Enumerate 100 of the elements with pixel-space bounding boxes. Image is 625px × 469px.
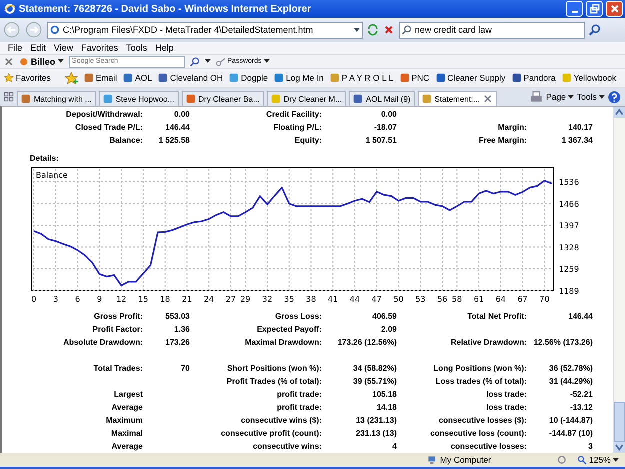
favorite-link[interactable]: PNC <box>400 73 430 84</box>
menu-item[interactable]: Help <box>155 43 174 54</box>
favorite-link[interactable]: Pandora <box>512 73 556 84</box>
stat-value: 4 <box>392 442 397 452</box>
favorite-link[interactable]: Cleveland OH <box>158 73 224 84</box>
stat-label: profit trade: <box>276 403 322 412</box>
billeo-menu[interactable]: Billeo <box>19 56 64 67</box>
stat-value: 173.26 <box>164 338 190 348</box>
search-icon[interactable] <box>190 56 200 67</box>
close-tab-icon[interactable] <box>483 94 494 104</box>
browser-tab[interactable]: Dry Cleaner Ba... <box>182 91 264 106</box>
y-tick-label: 1536 <box>559 178 580 188</box>
stat-value: 36 (52.78%) <box>548 364 593 374</box>
dropdown-icon[interactable] <box>204 59 211 64</box>
stat-label: Largest <box>113 390 143 400</box>
favorite-link[interactable]: Email <box>84 73 118 84</box>
quick-tabs-icon[interactable] <box>4 92 14 102</box>
minimize-icon <box>572 11 578 14</box>
search-button[interactable] <box>589 24 601 36</box>
stat-value: 1 367.34 <box>560 136 593 146</box>
y-tick-label: 1259 <box>559 265 580 274</box>
favorite-link[interactable]: Dogple <box>229 73 268 84</box>
y-tick-label: 1397 <box>559 222 580 231</box>
caret-icon <box>568 94 574 100</box>
scroll-thumb[interactable] <box>614 402 625 442</box>
menu-item[interactable]: Tools <box>126 43 148 54</box>
favorites-button[interactable]: Favorites <box>4 73 51 84</box>
stat-label: consecutive losses ($): <box>438 416 527 426</box>
stat-value: 105.18 <box>372 390 397 400</box>
minimize-button[interactable] <box>566 1 583 18</box>
caret-icon <box>264 59 270 64</box>
maximize-button[interactable] <box>586 1 603 18</box>
site-icon <box>422 94 432 104</box>
help-icon[interactable] <box>608 90 621 104</box>
scroll-down-icon[interactable] <box>614 442 625 454</box>
site-icon <box>330 73 340 84</box>
restore-icon <box>590 4 600 14</box>
browser-tab[interactable]: Dry Cleaner M... <box>266 91 346 106</box>
stat-label: loss trade: <box>486 403 527 412</box>
page-icon <box>50 25 60 36</box>
stat-value: 140.17 <box>568 123 593 132</box>
x-tick-label: 44 <box>350 295 360 304</box>
text: Balance <box>36 171 68 180</box>
menu-item[interactable]: View <box>54 43 74 54</box>
stat-value: 70 <box>180 364 190 374</box>
menu-item[interactable]: Edit <box>30 43 46 54</box>
stat-label: Maximal Drawdown: <box>244 338 322 348</box>
stat-label: Closed Trade P/L: <box>74 123 143 132</box>
scroll-up-icon[interactable] <box>614 107 625 118</box>
window-title: Statement: 7628726 - David Sabo - Windows Internet Explorer <box>19 4 312 15</box>
x-tick-label: 0 <box>31 295 37 304</box>
stat-label: loss trade: <box>486 390 527 400</box>
star-icon <box>4 73 14 84</box>
x-tick-label: 15 <box>138 295 149 304</box>
stat-value: 2.09 <box>380 325 397 334</box>
stat-label: Maximal <box>110 429 143 438</box>
stat-value: 1 507.51 <box>364 136 397 146</box>
favorite-link[interactable]: P A Y R O L L <box>330 73 394 84</box>
x-tick-label: 29 <box>240 295 251 304</box>
menu-item[interactable]: File <box>8 43 23 54</box>
command-menu[interactable]: Tools <box>577 92 605 102</box>
close-button[interactable] <box>606 1 623 18</box>
search-field[interactable]: new credit card law <box>399 22 585 39</box>
favorite-link[interactable]: Log Me In <box>274 73 324 84</box>
x-tick-label: 27 <box>226 295 236 304</box>
favorite-link[interactable]: Cleaner Supply <box>436 73 506 84</box>
add-favorite-icon[interactable] <box>64 72 78 85</box>
forward-button[interactable] <box>25 21 43 40</box>
x-tick-label: 47 <box>372 295 382 304</box>
stat-value: 12.56% (173.26) <box>532 338 593 348</box>
command-menu[interactable]: Page <box>546 92 574 102</box>
stat-value: 3 <box>588 442 593 452</box>
browser-tab[interactable]: Steve Hopwoo... <box>98 91 179 106</box>
stat-label: consecutive wins ($): <box>240 416 322 426</box>
back-button[interactable] <box>3 21 21 40</box>
favorite-link[interactable]: Yellowbook <box>562 73 617 84</box>
menu-item[interactable]: Favorites <box>81 43 118 54</box>
address-field[interactable]: C:\Program Files\FXDD - MetaTrader 4\DetailedStatement.htm <box>47 22 363 39</box>
stat-value: -52.21 <box>569 390 593 400</box>
stop-icon[interactable] <box>383 24 395 36</box>
zoom-level[interactable]: 125% <box>577 455 619 466</box>
stat-label: Margin: <box>497 123 527 132</box>
scrollbar[interactable] <box>613 107 625 454</box>
x-tick-label: 64 <box>496 295 506 304</box>
browser-tab[interactable]: AOL Mail (9) <box>349 91 415 106</box>
stat-value: -144.87 (10) <box>548 429 593 438</box>
stat-label: Maximum <box>105 416 143 426</box>
x-tick-label: 61 <box>474 295 484 304</box>
favorite-link[interactable]: AOL <box>123 73 152 84</box>
browser-tab[interactable]: Statement:... <box>418 91 498 106</box>
printer-icon[interactable] <box>530 90 544 104</box>
line-series <box>33 180 553 287</box>
dropdown-icon[interactable] <box>354 28 360 33</box>
refresh-icon[interactable] <box>367 24 379 36</box>
x-tick-label: 3 <box>53 295 58 304</box>
stat-label: Total Net Profit: <box>466 312 527 322</box>
security-zone: My Computer <box>427 455 548 466</box>
x-tick-label: 53 <box>416 295 426 304</box>
close-icon[interactable] <box>4 56 14 67</box>
browser-tab[interactable]: Matching with ... <box>17 91 96 106</box>
